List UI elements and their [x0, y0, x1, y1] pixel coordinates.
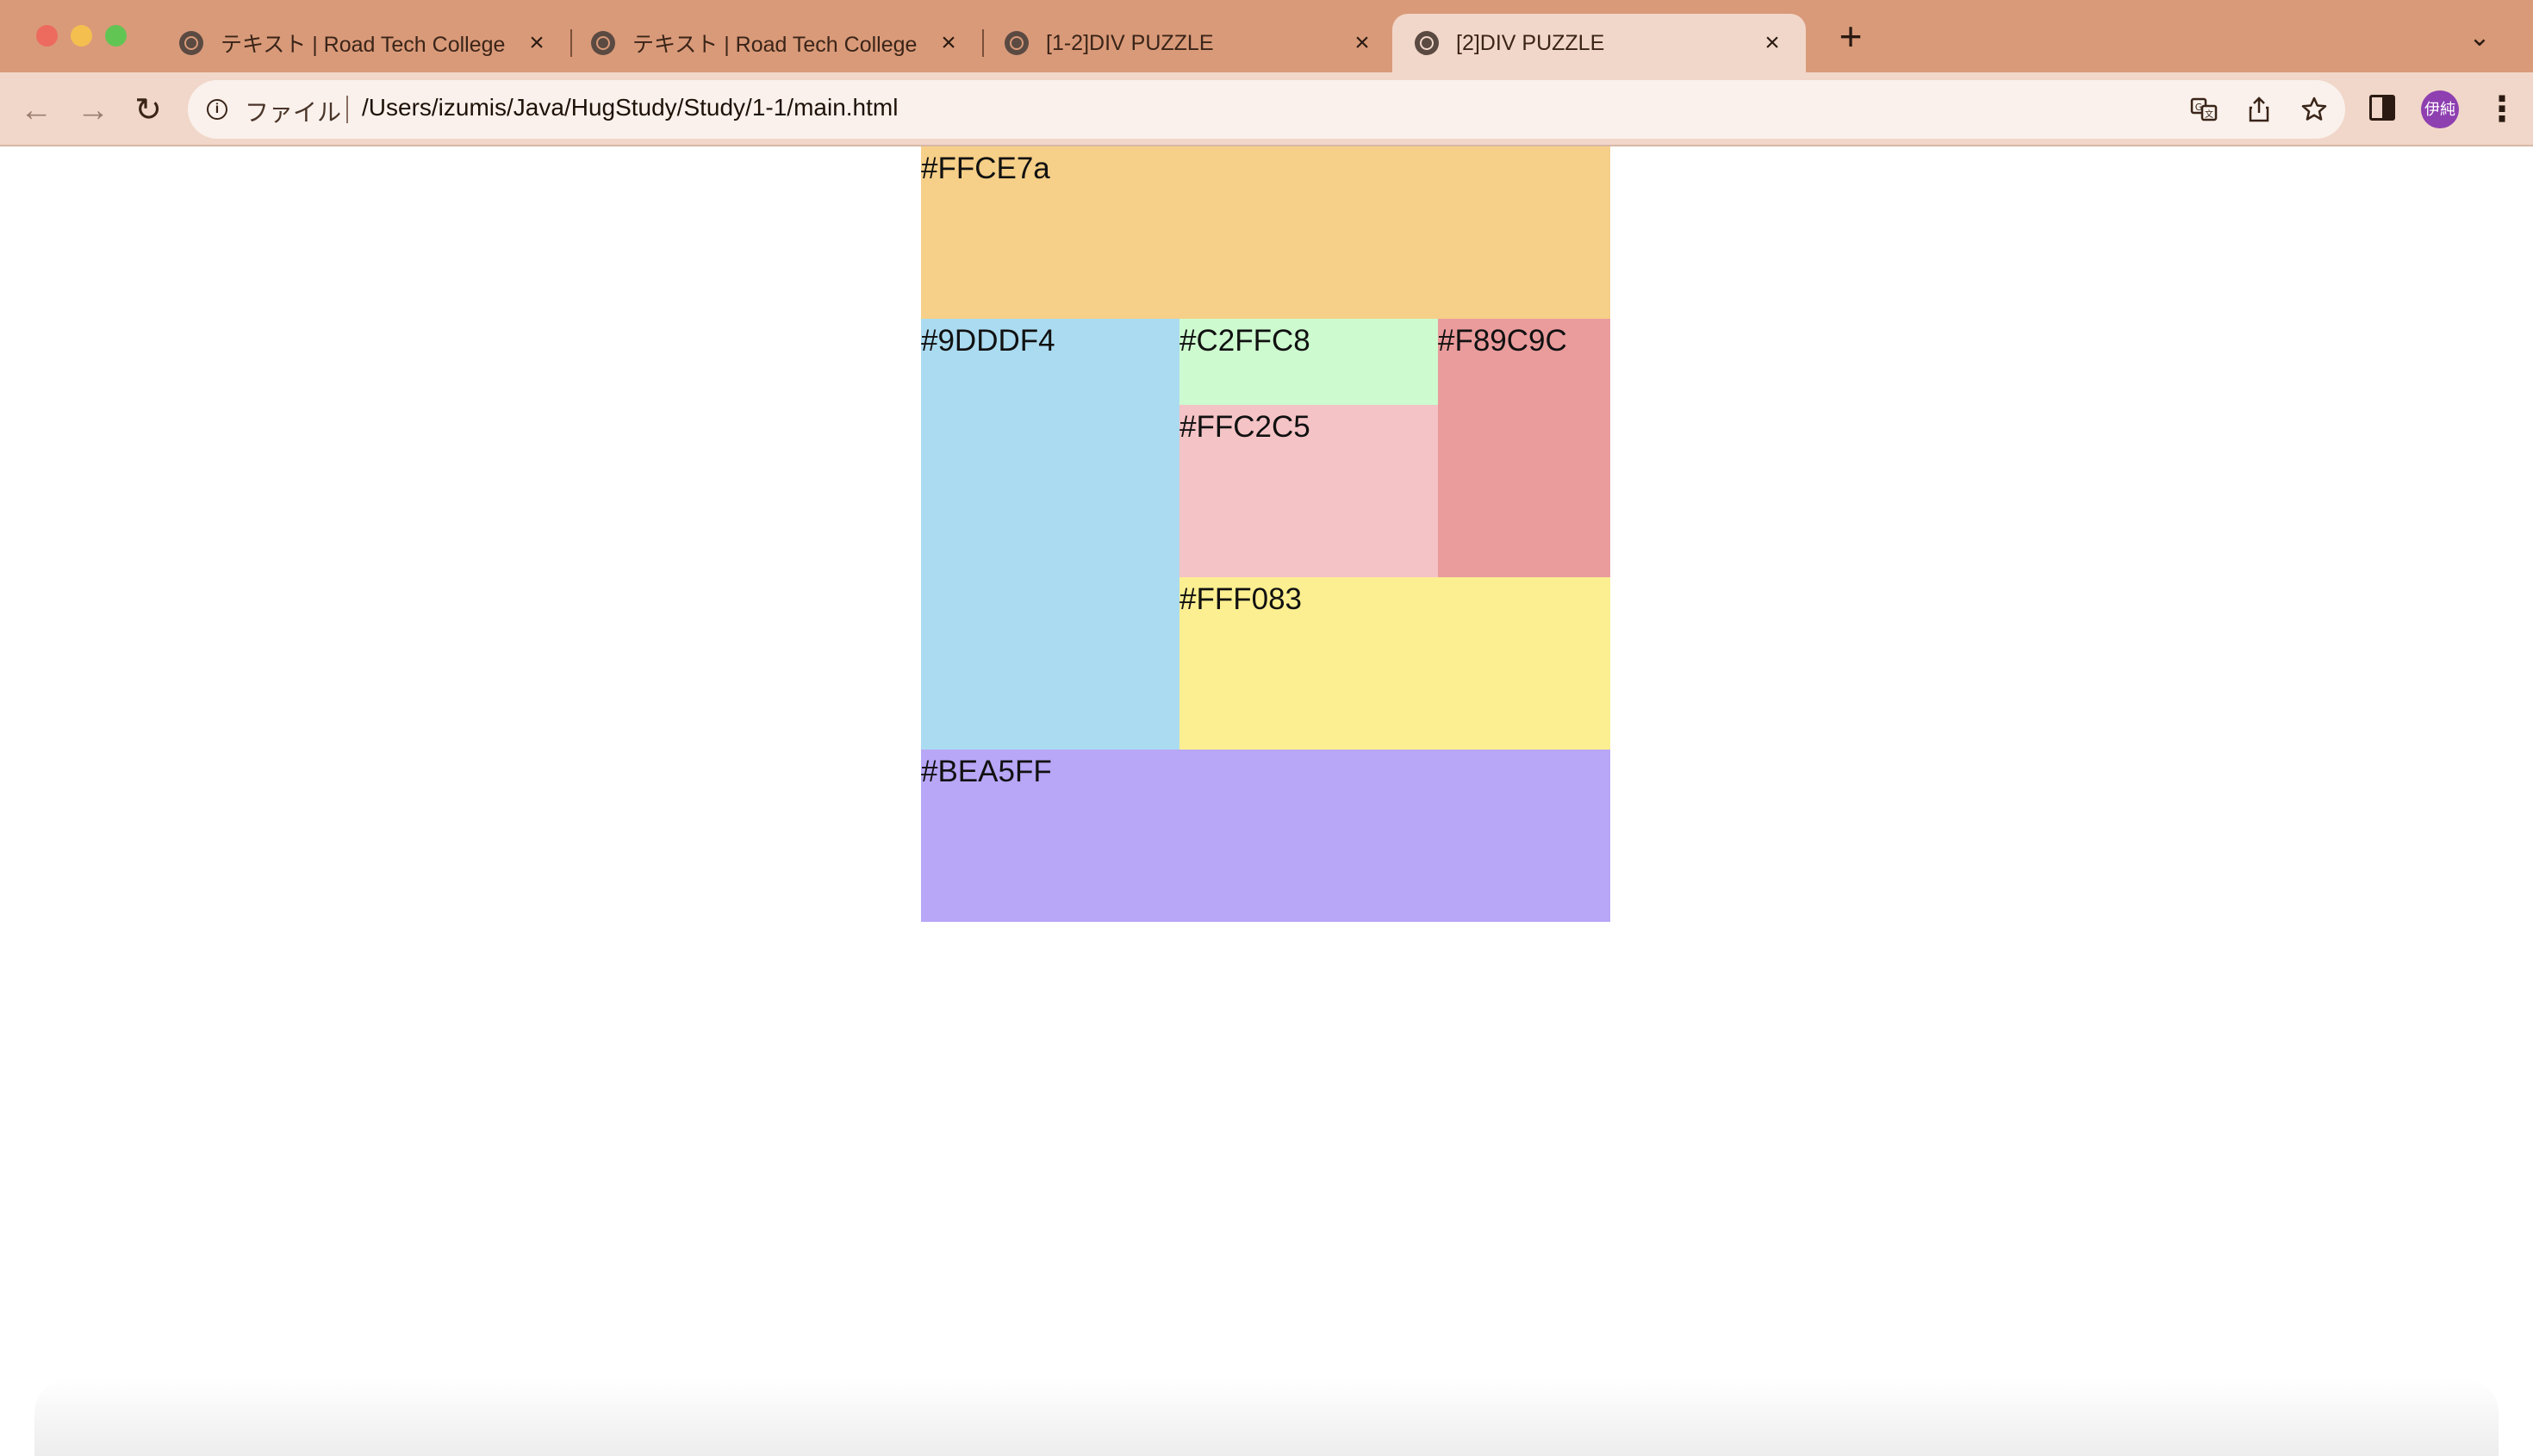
profile-avatar[interactable]: 伊純: [2421, 90, 2459, 128]
close-tab-icon[interactable]: ×: [1351, 30, 1373, 56]
block-9dddf4: #9DDDF4: [921, 319, 1179, 750]
tab-strip: テキスト | Road Tech College × テキスト | Road T…: [0, 0, 2533, 72]
close-window-button[interactable]: [36, 25, 58, 47]
info-icon[interactable]: i: [207, 99, 227, 120]
scheme-label: ファイル: [245, 99, 342, 126]
block-f89c9c: #F89C9C: [1438, 319, 1610, 577]
tab-search-chevron-icon[interactable]: ⌄: [2466, 24, 2493, 52]
window-bottom-shadow: [34, 1378, 2499, 1456]
reload-icon[interactable]: ↻: [131, 93, 165, 128]
translate-icon[interactable]: G文: [2190, 96, 2218, 123]
block-c2ffc8: #C2FFC8: [1179, 319, 1438, 405]
tab-div-puzzle-2[interactable]: [2]DIV PUZZLE ×: [1392, 14, 1806, 72]
block-label: #FFCE7a: [921, 152, 1050, 185]
globe-icon: [1415, 31, 1439, 55]
globe-icon: [1005, 31, 1029, 55]
div-puzzle: #FFCE7a #9DDDF4 #C2FFC8 #F89C9C #FFC2C5 …: [921, 146, 1610, 922]
block-label: #BEA5FF: [921, 755, 1052, 788]
zoom-window-button[interactable]: [105, 25, 127, 47]
forward-arrow-icon[interactable]: →: [76, 93, 110, 128]
tab-title: [1-2]DIV PUZZLE: [1046, 30, 1214, 55]
share-icon[interactable]: [2245, 96, 2273, 123]
globe-icon: [591, 31, 615, 55]
tab-div-puzzle-1-2[interactable]: [1-2]DIV PUZZLE ×: [982, 14, 1396, 72]
page-viewport: #FFCE7a #9DDDF4 #C2FFC8 #F89C9C #FFC2C5 …: [0, 146, 2533, 1456]
tab-title: [2]DIV PUZZLE: [1456, 30, 1605, 55]
close-tab-icon[interactable]: ×: [526, 30, 548, 56]
tab-road-tech-2[interactable]: テキスト | Road Tech College ×: [569, 14, 982, 72]
address-divider: [346, 96, 348, 123]
tab-title: テキスト | Road Tech College: [221, 33, 506, 57]
tab-road-tech-1[interactable]: テキスト | Road Tech College ×: [157, 14, 570, 72]
block-label: #9DDDF4: [921, 324, 1055, 358]
svg-text:文: 文: [2205, 109, 2213, 120]
side-panel-icon[interactable]: [2369, 95, 2395, 121]
address-bar[interactable]: i ファイル /Users/izumis/Java/HugStudy/Study…: [188, 80, 2345, 139]
block-fff083: #FFF083: [1179, 577, 1610, 750]
browser-toolbar: ← → ↻ i ファイル /Users/izumis/Java/HugStudy…: [0, 72, 2533, 146]
tab-title: テキスト | Road Tech College: [632, 33, 918, 57]
block-label: #FFC2C5: [1179, 410, 1310, 444]
block-bea5ff: #BEA5FF: [921, 750, 1610, 922]
block-label: #C2FFC8: [1179, 324, 1310, 358]
block-ffce7a: #FFCE7a: [921, 146, 1610, 319]
new-tab-button[interactable]: +: [1832, 16, 1870, 57]
url-text[interactable]: /Users/izumis/Java/HugStudy/Study/1-1/ma…: [362, 94, 898, 121]
block-ffc2c5: #FFC2C5: [1179, 405, 1438, 577]
bookmark-star-icon[interactable]: [2300, 96, 2328, 123]
close-tab-icon[interactable]: ×: [1761, 30, 1783, 56]
globe-icon: [179, 31, 203, 55]
block-label: #FFF083: [1179, 582, 1302, 616]
back-arrow-icon[interactable]: ←: [19, 93, 53, 128]
block-label: #F89C9C: [1438, 324, 1567, 358]
minimize-window-button[interactable]: [71, 25, 92, 47]
menu-icon[interactable]: ⋮: [2485, 91, 2519, 128]
close-tab-icon[interactable]: ×: [937, 30, 960, 56]
